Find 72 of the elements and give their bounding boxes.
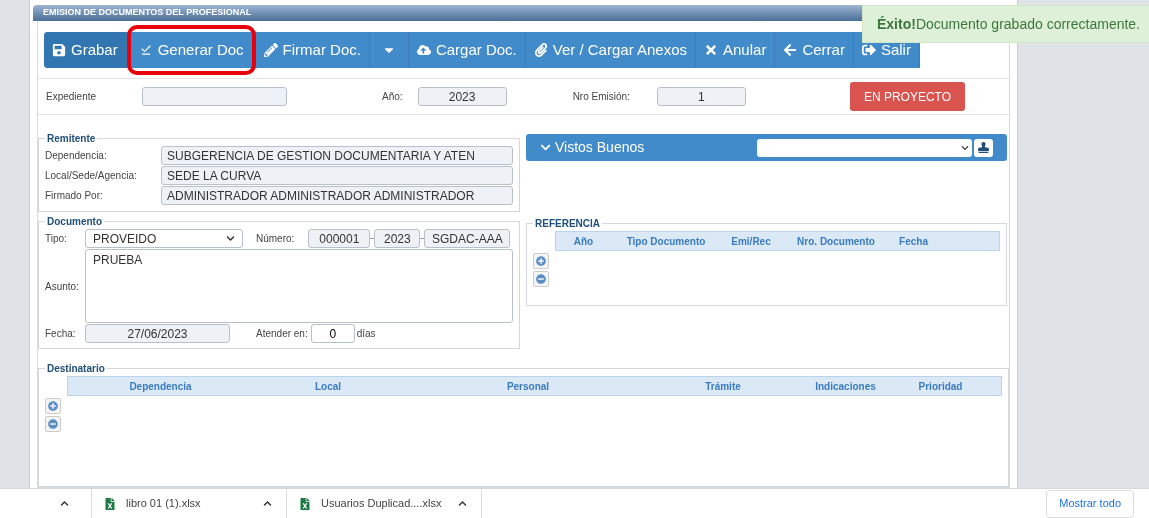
- remove-button[interactable]: [45, 416, 61, 432]
- spreadsheet-icon: [104, 497, 116, 510]
- column-header: Nro. Documento: [796, 234, 876, 249]
- caret-up-icon: [458, 499, 467, 508]
- year-field[interactable]: 2023: [417, 87, 507, 106]
- arrow-left-icon: [783, 43, 798, 57]
- section-legend: Destinatario: [45, 361, 107, 376]
- field-label: Año:: [382, 90, 403, 104]
- show-all-button[interactable]: Mostrar todo: [1046, 489, 1134, 518]
- number-field[interactable]: 000001: [308, 229, 371, 248]
- remove-button[interactable]: [533, 271, 549, 287]
- field-label: Número:: [256, 232, 295, 246]
- status-button[interactable]: EN PROYECTO: [849, 82, 965, 111]
- caret-up-icon: [60, 499, 69, 508]
- download-item[interactable]: Usuarios Duplicad....xlsx: [286, 488, 481, 518]
- toolbar-button[interactable]: Grabar: [44, 32, 127, 68]
- field-label: días: [356, 327, 376, 341]
- subject-textarea[interactable]: PRUEBA: [85, 249, 513, 323]
- column-header: Dependencia: [128, 379, 193, 394]
- expediente-field[interactable]: [142, 87, 288, 106]
- date-field[interactable]: 27/06/2023: [85, 324, 230, 343]
- column-header: Tipo Documento: [625, 234, 707, 249]
- chevron-down-icon: [226, 234, 235, 243]
- column-header: Fecha: [898, 234, 929, 249]
- field-label: Expediente: [46, 90, 97, 104]
- readonly-field[interactable]: SUBGERENCIA DE GESTION DOCUMENTARIA Y ATEN: [161, 146, 513, 165]
- field-label: Fecha:: [45, 327, 77, 341]
- approvals-title: Vistos Buenos: [555, 138, 645, 157]
- section-legend: Documento: [45, 214, 104, 229]
- emission-number-field[interactable]: 1: [656, 87, 746, 106]
- column-header: Año: [572, 234, 595, 249]
- success-toast: Éxito!Documento grabado correctamente.: [862, 5, 1149, 43]
- paperclip-icon: [533, 43, 548, 57]
- caret-up-icon: [263, 499, 272, 508]
- section-legend: REFERENCIA: [533, 216, 602, 231]
- file-name: Usuarios Duplicad....xlsx: [321, 496, 443, 512]
- section-legend: Remitente: [45, 131, 98, 146]
- column-header: Prioridad: [917, 379, 964, 394]
- save-icon: [52, 43, 66, 57]
- file-name: libro 01 (1).xlsx: [126, 496, 202, 512]
- readonly-field[interactable]: SEDE LA CURVA: [161, 166, 513, 185]
- type-select[interactable]: PROVEIDO: [85, 229, 243, 248]
- column-header: Personal: [505, 379, 551, 394]
- upload-icon: [416, 43, 431, 57]
- add-button[interactable]: [45, 398, 61, 414]
- close-icon: [704, 43, 718, 57]
- field-label: Atender en:: [256, 327, 308, 341]
- number-field[interactable]: SGDAC-AAA: [424, 229, 511, 248]
- days-field[interactable]: 0: [310, 324, 355, 343]
- column-header: Local: [313, 379, 343, 394]
- readonly-field[interactable]: ADMINISTRADOR ADMINISTRADOR ADMINISTRADOR: [161, 186, 513, 205]
- approvals-select[interactable]: [757, 138, 972, 157]
- chevron-down-icon: [540, 142, 551, 153]
- field-label: Firmado Por:: [45, 189, 103, 203]
- toolbar-button[interactable]: Generar Doc: [126, 25, 256, 75]
- field-label: Local/Sede/Agencia:: [45, 169, 137, 183]
- field-label: Tipo:: [45, 232, 68, 246]
- spreadsheet-icon: [299, 497, 311, 510]
- field-label: Dependencia:: [45, 149, 107, 163]
- stamp-button[interactable]: [974, 138, 993, 157]
- panel-title: EMISION DE DOCUMENTOS DEL PROFESIONAL: [43, 6, 252, 20]
- add-button[interactable]: [533, 253, 549, 269]
- exit-icon: [861, 43, 876, 57]
- field-label: Asunto:: [45, 279, 80, 294]
- field-label: Nro Emisión:: [572, 90, 630, 104]
- column-header: Emi/Rec: [730, 234, 772, 249]
- column-header: Trámite: [704, 379, 742, 394]
- column-header: Indicaciones: [814, 379, 877, 394]
- chevron-down-icon: [961, 143, 969, 152]
- pencil-icon: [263, 43, 278, 57]
- download-item[interactable]: libro 01 (1).xlsx: [91, 488, 286, 518]
- number-field[interactable]: 2023: [374, 229, 421, 248]
